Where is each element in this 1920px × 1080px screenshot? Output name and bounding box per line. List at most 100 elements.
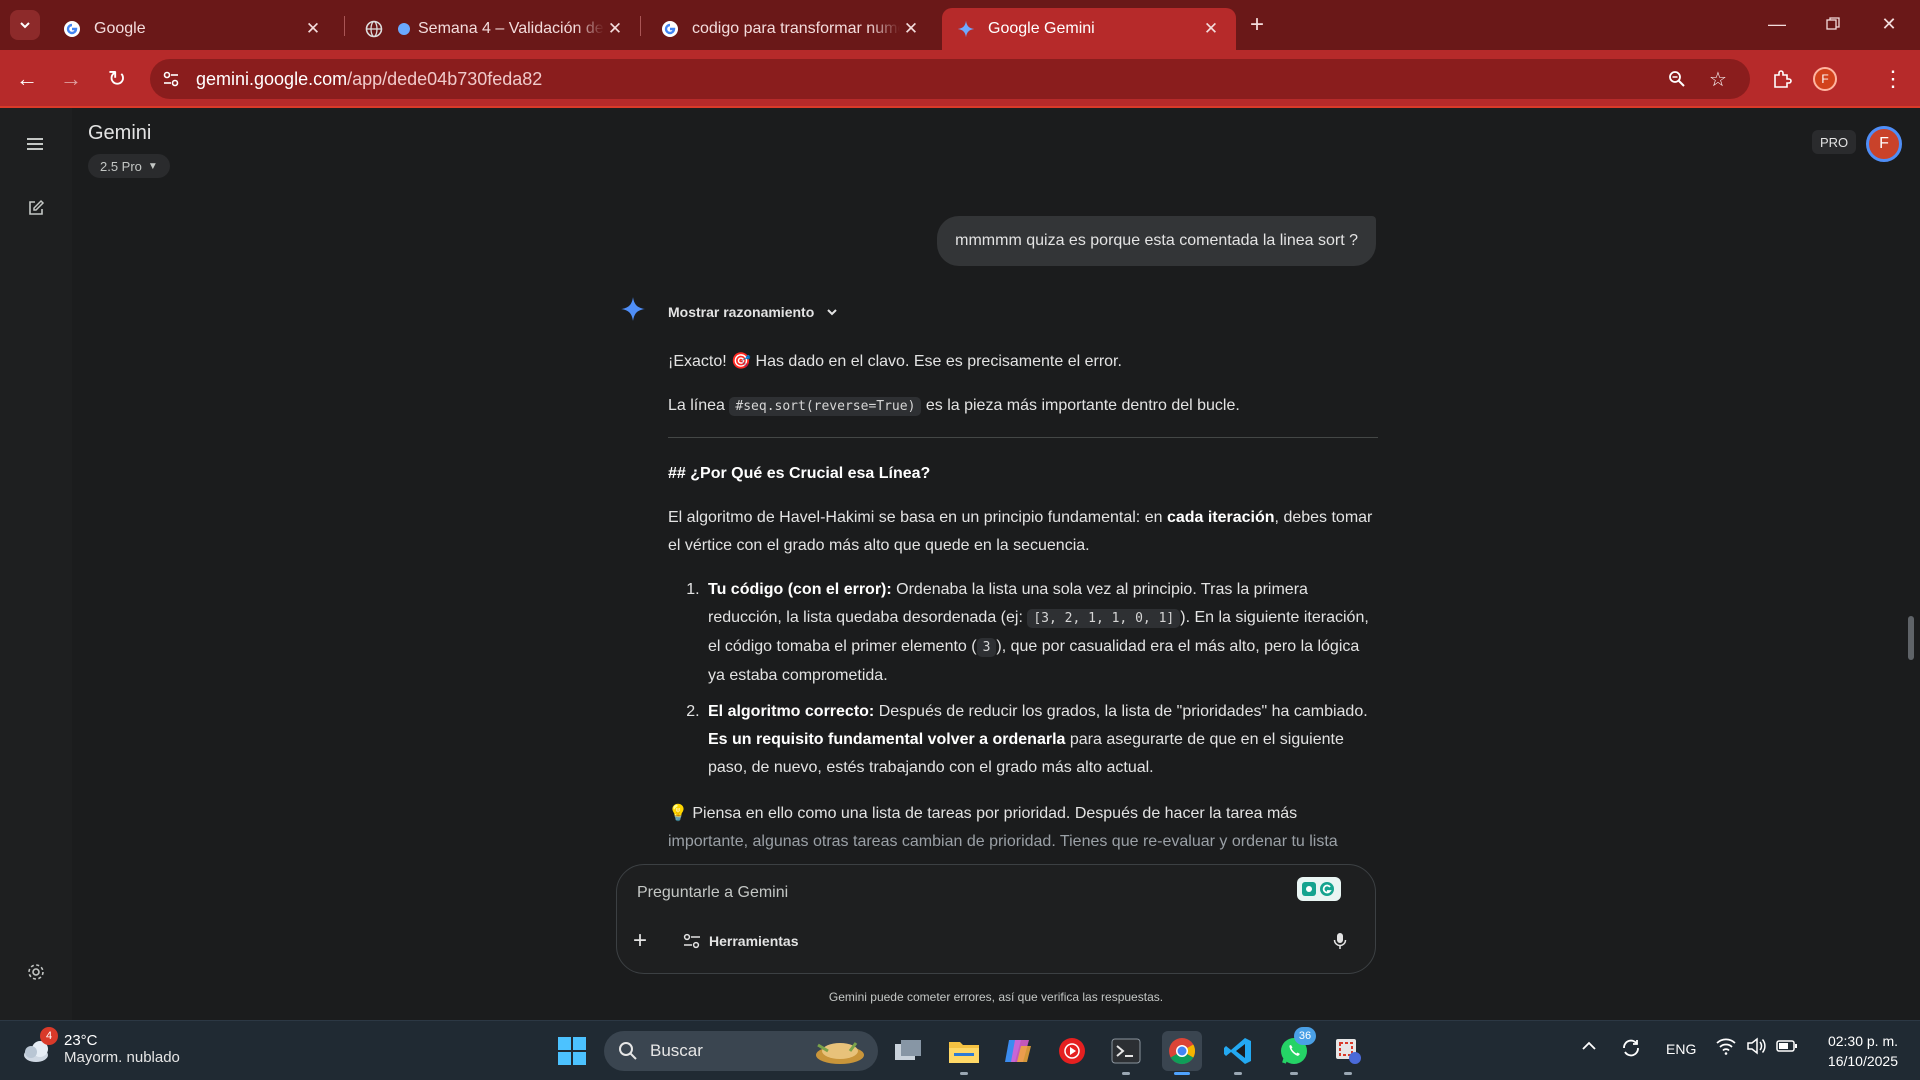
- time: 02:30 p. m.: [1827, 1033, 1898, 1049]
- active-indicator: [1174, 1072, 1190, 1075]
- copilot-icon: [1005, 1040, 1031, 1062]
- taskbar-copilot[interactable]: [998, 1031, 1038, 1071]
- weather-icon-wrap: 4: [20, 1027, 58, 1067]
- taskbar-file-explorer[interactable]: [944, 1031, 984, 1075]
- new-tab-button[interactable]: +: [1242, 10, 1272, 40]
- bold-text: Tu código (con el error):: [708, 581, 892, 598]
- divider: [668, 437, 1378, 438]
- settings-button[interactable]: [18, 954, 54, 990]
- site-info-button[interactable]: [156, 64, 186, 94]
- wifi-icon: [1716, 1038, 1736, 1055]
- tab-gemini[interactable]: Google Gemini ✕: [942, 8, 1236, 50]
- running-indicator: [1122, 1072, 1130, 1075]
- taskbar-search[interactable]: Buscar: [604, 1031, 878, 1071]
- close-icon[interactable]: ✕: [900, 18, 922, 40]
- chevron-down-icon: [20, 22, 30, 29]
- forward-button[interactable]: →: [54, 62, 88, 96]
- running-indicator: [1290, 1072, 1298, 1075]
- search-highlight-icon: [816, 1042, 864, 1064]
- reload-button[interactable]: ↻: [100, 62, 134, 96]
- weather-text: 23°C Mayorm. nublado: [64, 1032, 180, 1066]
- puzzle-icon: [1774, 70, 1792, 88]
- notification-badge: 36: [1294, 1027, 1316, 1045]
- taskbar: 4 23°C Mayorm. nublado Buscar 36 ENG 02:…: [0, 1020, 1920, 1080]
- microphone-button[interactable]: [1333, 923, 1347, 959]
- task-view-button[interactable]: [888, 1031, 928, 1071]
- close-icon[interactable]: ✕: [604, 18, 626, 40]
- answer-text: El algoritmo de Havel-Hakimi se basa en …: [668, 509, 1163, 526]
- weather-widget[interactable]: 4 23°C Mayorm. nublado: [20, 1027, 180, 1067]
- arrow-left-icon: ←: [16, 66, 38, 91]
- taskbar-vscode[interactable]: [1218, 1031, 1258, 1075]
- close-icon[interactable]: ✕: [1200, 18, 1222, 40]
- temperature: 23°C: [64, 1032, 98, 1049]
- quick-settings-button[interactable]: [1716, 1037, 1798, 1055]
- back-button[interactable]: ←: [10, 62, 44, 96]
- taskbar-chrome[interactable]: [1162, 1031, 1202, 1075]
- globe-icon: [396, 19, 412, 39]
- browser-toolbar: ← → ↻ gemini.google.com/app/dede04b730fe…: [0, 50, 1920, 108]
- account-avatar[interactable]: F: [1866, 126, 1902, 162]
- plus-icon: +: [633, 927, 648, 954]
- answer-text: Piensa en ello como una lista de tareas …: [692, 805, 1298, 822]
- show-reasoning-button[interactable]: Mostrar razonamiento: [668, 304, 838, 320]
- volume-icon: [1747, 1037, 1766, 1055]
- answer-text: ¡Exacto!: [668, 353, 727, 370]
- search-icon: [619, 1042, 637, 1060]
- list-item: Tu código (con el error): Ordenaba la li…: [704, 576, 1378, 690]
- clock[interactable]: 02:30 p. m. 16/10/2025: [1818, 1031, 1898, 1071]
- scrollbar-thumb[interactable]: [1908, 616, 1914, 660]
- start-button[interactable]: [552, 1031, 592, 1071]
- play-circle-icon: [1059, 1038, 1085, 1064]
- tab-title: codigo para transformar numeros: [692, 20, 900, 37]
- gear-icon: [28, 964, 44, 980]
- restore-button[interactable]: [1810, 6, 1856, 42]
- address-bar[interactable]: gemini.google.com/app/dede04b730feda82 ☆: [150, 59, 1750, 99]
- show-hidden-icons-button[interactable]: [1582, 1041, 1596, 1051]
- taskbar-whatsapp[interactable]: 36: [1274, 1027, 1316, 1075]
- taskbar-snipping-tool[interactable]: [1328, 1031, 1368, 1075]
- bookmark-button[interactable]: ☆: [1703, 64, 1733, 94]
- tab-title: Google Gemini: [988, 20, 1095, 37]
- tab-semana4[interactable]: Semana 4 – Validación de Patrones ✕: [350, 8, 640, 50]
- bold-text: El algoritmo correcto:: [708, 703, 875, 720]
- gemini-icon: [956, 19, 976, 39]
- user-message: mmmmm quiza es porque esta comentada la …: [937, 216, 1376, 266]
- minimize-button[interactable]: —: [1754, 6, 1800, 42]
- profile-button[interactable]: F: [1808, 62, 1842, 96]
- model-label: 2.5 Pro: [100, 158, 142, 174]
- taskbar-terminal[interactable]: [1106, 1031, 1146, 1075]
- list-item: El algoritmo correcto: Después de reduci…: [704, 698, 1378, 782]
- tab-codigo[interactable]: codigo para transformar numeros ✕: [646, 8, 936, 50]
- main-menu-button[interactable]: [18, 126, 54, 162]
- close-icon[interactable]: ✕: [302, 18, 324, 40]
- language-indicator[interactable]: ENG: [1666, 1041, 1696, 1057]
- new-chat-button[interactable]: [18, 190, 54, 226]
- tools-button[interactable]: Herramientas: [683, 923, 799, 959]
- taskbar-youtube-music[interactable]: [1052, 1031, 1092, 1071]
- tab-search-button[interactable]: [10, 10, 40, 40]
- answer-text: Has dado en el clavo. Ese es precisament…: [755, 353, 1122, 370]
- add-attachment-button[interactable]: +: [633, 923, 647, 959]
- vscode-icon: [1224, 1038, 1251, 1064]
- weather-alert-badge: 4: [40, 1027, 58, 1045]
- close-window-button[interactable]: ✕: [1866, 6, 1912, 42]
- date: 16/10/2025: [1827, 1053, 1898, 1069]
- answer-text: Después de reducir los grados, la lista …: [878, 703, 1368, 720]
- profile-avatar: F: [1813, 67, 1837, 91]
- prompt-input[interactable]: [637, 879, 1257, 907]
- zoom-button[interactable]: [1662, 64, 1692, 94]
- extension-badge[interactable]: [1297, 877, 1341, 901]
- tab-google[interactable]: Google ✕: [48, 8, 338, 50]
- extensions-button[interactable]: [1765, 62, 1799, 96]
- model-selector[interactable]: 2.5 Pro ▼: [88, 154, 170, 178]
- sync-tray-button[interactable]: [1620, 1037, 1642, 1059]
- target-emoji-icon: 🎯: [731, 353, 752, 370]
- close-icon: ✕: [1881, 13, 1897, 34]
- chevron-down-icon: [827, 309, 837, 316]
- folder-icon: [949, 1042, 979, 1063]
- answer-body: ¡Exacto! 🎯 Has dado en el clavo. Ese es …: [668, 348, 1378, 872]
- tab-title: Google: [94, 20, 146, 37]
- inline-code: #seq.sort(reverse=True): [729, 397, 922, 416]
- menu-button[interactable]: ⋮: [1876, 62, 1910, 96]
